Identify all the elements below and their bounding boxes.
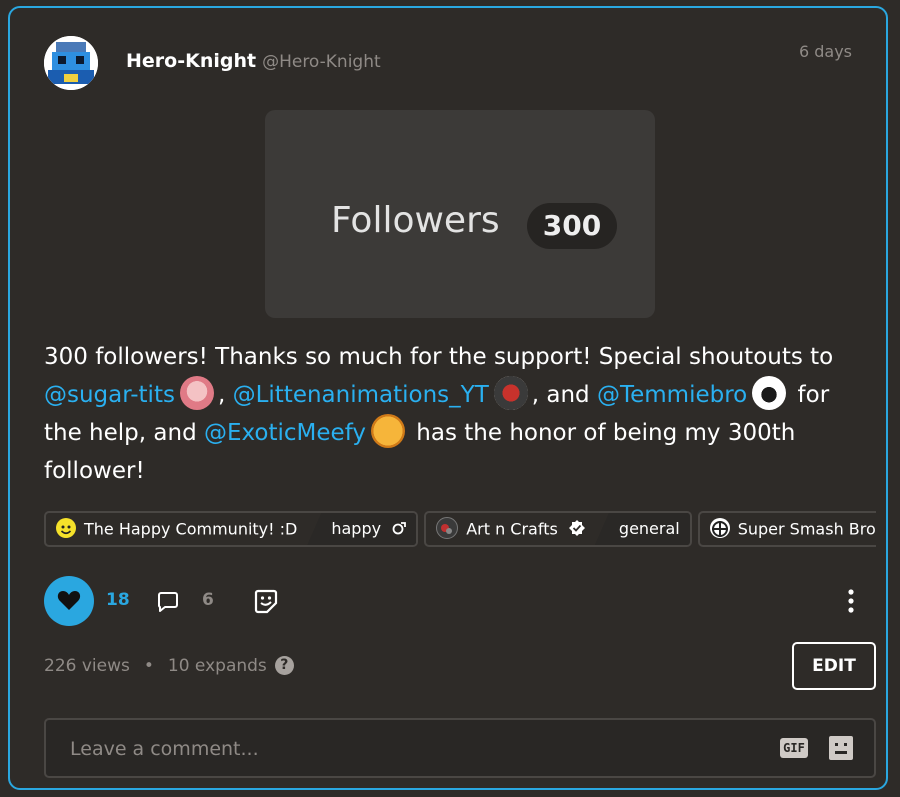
comment-button[interactable] bbox=[156, 590, 180, 618]
post-image[interactable]: Followers 300 bbox=[265, 110, 655, 318]
mention-avatar[interactable] bbox=[493, 375, 528, 410]
comment-input[interactable] bbox=[68, 720, 732, 778]
mention-temmiebro[interactable]: @Temmiebro bbox=[597, 382, 747, 408]
author-line[interactable]: Hero-Knight @Hero-Knight bbox=[126, 50, 381, 72]
mention-exoticmeefy[interactable]: @ExoticMeefy bbox=[204, 420, 366, 446]
more-options-button[interactable] bbox=[844, 588, 858, 618]
mention-avatar[interactable] bbox=[371, 413, 405, 448]
smash-icon bbox=[709, 517, 730, 538]
community-name: The Happy Community! :D bbox=[84, 519, 298, 539]
followers-count-badge: 300 bbox=[527, 203, 617, 249]
comment-sticker-button[interactable] bbox=[828, 735, 854, 761]
community-chips: The Happy Community! :D happy Art n Craft… bbox=[44, 511, 876, 551]
author-avatar[interactable] bbox=[44, 36, 98, 90]
post-time: 6 days bbox=[798, 42, 852, 61]
post-stats: 226 views • 10 expands? bbox=[44, 656, 294, 676]
verified-icon bbox=[568, 519, 585, 536]
community-tag-label: happy bbox=[331, 519, 382, 538]
body-text-3: , and bbox=[531, 382, 597, 408]
tag-flair-icon bbox=[392, 521, 407, 534]
expand-count: 10 expands bbox=[167, 656, 267, 676]
body-text-1: 300 followers! Thanks so much for the su… bbox=[44, 344, 834, 370]
help-icon[interactable]: ? bbox=[274, 656, 294, 675]
speech-bubble-icon bbox=[157, 592, 178, 612]
gif-button[interactable]: GIF bbox=[780, 738, 808, 758]
sticker-face-icon bbox=[829, 736, 853, 760]
sticker-button[interactable] bbox=[254, 588, 278, 618]
comment-count: 6 bbox=[202, 590, 214, 610]
post-card: Hero-Knight @Hero-Knight 6 days Followers… bbox=[8, 6, 888, 790]
followers-label: Followers bbox=[331, 200, 500, 241]
smiley-icon bbox=[56, 517, 76, 538]
edit-button[interactable]: EDIT bbox=[792, 642, 876, 690]
stats-separator: • bbox=[143, 656, 154, 676]
community-name: Super Smash Bros bbox=[737, 519, 876, 539]
community-name: Art n Crafts bbox=[466, 519, 558, 539]
body-text-2: , bbox=[217, 382, 233, 408]
community-chip[interactable]: The Happy Community! :D happy bbox=[44, 511, 419, 547]
like-count: 18 bbox=[106, 590, 130, 610]
mention-avatar[interactable] bbox=[179, 375, 214, 410]
community-tag[interactable]: general bbox=[594, 513, 690, 545]
view-count: 226 views bbox=[44, 656, 130, 676]
mention-littenanimations[interactable]: @Littenanimations_YT bbox=[233, 382, 489, 408]
mention-sugar-tits[interactable]: @sugar-tits bbox=[44, 382, 175, 408]
heart-icon bbox=[57, 591, 81, 610]
vertical-dots-icon bbox=[848, 589, 854, 613]
post-body: 300 followers! Thanks so much for the su… bbox=[44, 338, 874, 490]
sticker-icon bbox=[254, 589, 278, 614]
community-chip[interactable]: Super Smash Bros bbox=[697, 511, 876, 547]
mention-avatar[interactable] bbox=[752, 375, 787, 410]
community-chip[interactable]: Art n Crafts general bbox=[424, 511, 692, 547]
comment-box: GIF bbox=[44, 718, 876, 778]
art-icon bbox=[436, 516, 459, 539]
community-tag[interactable]: happy bbox=[307, 513, 417, 545]
author-name[interactable]: Hero-Knight bbox=[126, 50, 256, 72]
author-handle[interactable]: @Hero-Knight bbox=[262, 52, 381, 72]
like-button[interactable] bbox=[44, 576, 94, 626]
